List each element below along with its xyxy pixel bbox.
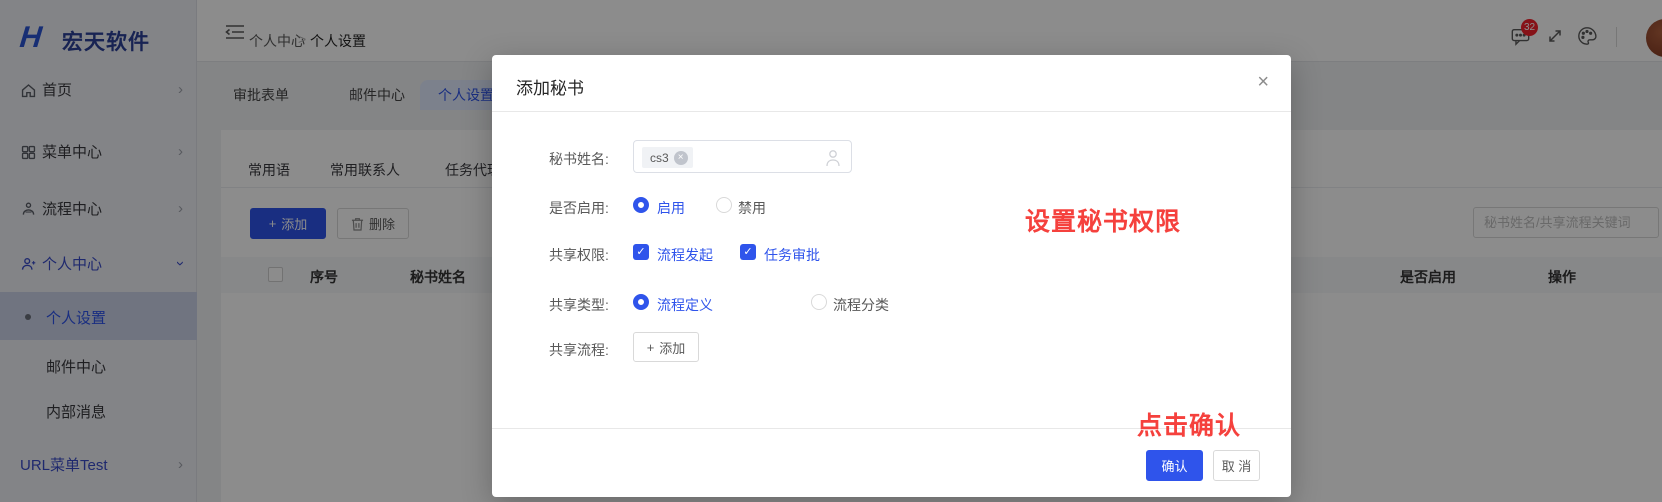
- field-label-share-type: 共享类型:: [549, 297, 609, 313]
- tag-remove-icon[interactable]: ×: [673, 150, 688, 165]
- tag-label: cs3: [650, 150, 669, 165]
- modal-title: 添加秘书: [516, 79, 584, 98]
- selected-user-tag: cs3 ×: [642, 147, 693, 168]
- secretary-name-input[interactable]: cs3 ×: [633, 140, 852, 173]
- confirm-button[interactable]: 确认: [1146, 450, 1203, 481]
- annotation-click-confirm: 点击确认: [1137, 412, 1242, 440]
- radio-label-flow-definition[interactable]: 流程定义: [657, 295, 713, 315]
- radio-label-enabled-off[interactable]: 禁用: [738, 198, 766, 218]
- plus-icon: +: [646, 339, 655, 355]
- flow-add-button[interactable]: + 添加: [633, 332, 699, 362]
- field-label-secretary-name: 秘书姓名:: [549, 151, 609, 167]
- radio-enabled-on[interactable]: [633, 197, 649, 213]
- field-label-share-flow: 共享流程:: [549, 342, 609, 358]
- checkbox-flow-initiate[interactable]: ✓: [633, 244, 649, 260]
- modal-header-divider: [492, 111, 1291, 112]
- annotation-set-permission: 设置秘书权限: [1025, 208, 1182, 236]
- radio-enabled-off[interactable]: [716, 197, 732, 213]
- person-icon: [825, 149, 841, 167]
- radio-label-flow-category[interactable]: 流程分类: [833, 295, 889, 315]
- checkbox-label-flow-initiate[interactable]: 流程发起: [657, 245, 713, 265]
- checkbox-label-task-approval[interactable]: 任务审批: [764, 245, 820, 265]
- flow-add-button-label: 添加: [659, 340, 686, 356]
- radio-label-enabled-on[interactable]: 启用: [657, 198, 685, 218]
- field-label-enabled: 是否启用:: [549, 200, 609, 216]
- checkbox-task-approval[interactable]: ✓: [740, 244, 756, 260]
- cancel-button[interactable]: 取 消: [1213, 450, 1260, 481]
- radio-flow-definition[interactable]: [633, 294, 649, 310]
- radio-flow-category[interactable]: [811, 294, 827, 310]
- close-icon[interactable]: ×: [1257, 72, 1269, 92]
- field-label-share-permission: 共享权限:: [549, 247, 609, 263]
- app-root: H 宏天软件 首页 › 菜单中心 › 流程中心 › 个人中心 › 个人设置 邮件…: [0, 0, 1662, 502]
